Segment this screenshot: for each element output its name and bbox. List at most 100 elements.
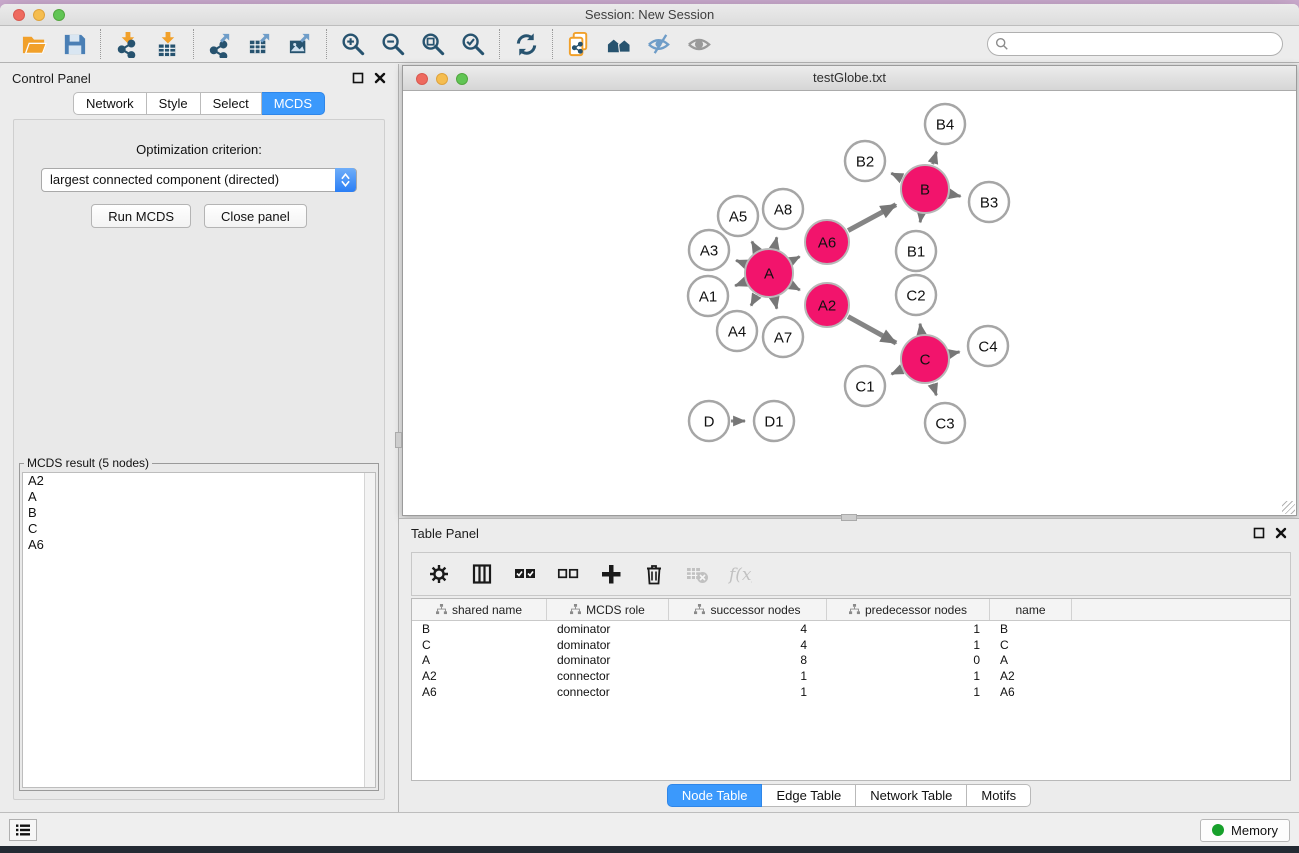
save-session-icon[interactable]	[59, 29, 89, 59]
edge-B-B2[interactable]	[891, 173, 901, 178]
memory-button[interactable]: Memory	[1200, 819, 1290, 842]
table-cell[interactable]: 0	[827, 653, 990, 667]
node-B3[interactable]: B3	[969, 182, 1009, 222]
table-row[interactable]: Cdominator41C	[412, 637, 1290, 653]
table-cell[interactable]: 1	[669, 685, 827, 699]
mcds-result-item[interactable]: B	[23, 505, 375, 521]
hide-selected-icon[interactable]	[644, 29, 674, 59]
table-cell[interactable]: A6	[412, 685, 547, 699]
edge-A-A6[interactable]	[792, 257, 800, 261]
table-cell[interactable]: B	[990, 622, 1072, 636]
table-cell[interactable]: 1	[827, 685, 990, 699]
node-A6[interactable]: A6	[805, 220, 849, 264]
table-cell[interactable]: dominator	[547, 653, 669, 667]
edge-A-A7[interactable]	[775, 298, 777, 308]
table-cell[interactable]: A2	[412, 669, 547, 683]
node-C[interactable]: C	[901, 335, 949, 383]
table-cell[interactable]: dominator	[547, 622, 669, 636]
node-D[interactable]: D	[689, 401, 729, 441]
node-D1[interactable]: D1	[754, 401, 794, 441]
edge-C-C4[interactable]	[950, 352, 959, 354]
new-network-from-selection-icon[interactable]	[564, 29, 594, 59]
show-all-icon[interactable]	[684, 29, 714, 59]
column-header-successor-nodes[interactable]: successor nodes	[669, 599, 827, 620]
table-cell[interactable]: C	[990, 638, 1072, 652]
run-mcds-button[interactable]: Run MCDS	[91, 204, 191, 228]
import-table-icon[interactable]	[152, 29, 182, 59]
table-row[interactable]: Bdominator41B	[412, 621, 1290, 637]
edge-C-C1[interactable]	[891, 370, 901, 374]
tab-edge-table[interactable]: Edge Table	[762, 784, 856, 807]
table-cell[interactable]: A	[412, 653, 547, 667]
select-all-columns-icon[interactable]	[512, 561, 538, 587]
search-input[interactable]	[987, 32, 1283, 56]
node-C1[interactable]: C1	[845, 366, 885, 406]
network-close-button[interactable]	[416, 73, 428, 85]
column-header-MCDS-role[interactable]: MCDS role	[547, 599, 669, 620]
resize-grip[interactable]	[1282, 501, 1295, 514]
table-cell[interactable]: 1	[669, 669, 827, 683]
table-row[interactable]: A6connector11A6	[412, 684, 1290, 700]
node-A2[interactable]: A2	[805, 283, 849, 327]
table-cell[interactable]: B	[412, 622, 547, 636]
node-C2[interactable]: C2	[896, 275, 936, 315]
result-scrollbar[interactable]	[364, 473, 375, 787]
table-cell[interactable]: 1	[827, 669, 990, 683]
delete-column-icon[interactable]	[641, 561, 667, 587]
edge-C-C2[interactable]	[920, 324, 921, 334]
node-A5[interactable]: A5	[718, 196, 758, 236]
close-window-button[interactable]	[13, 9, 25, 21]
table-cell[interactable]: A	[990, 653, 1072, 667]
edge-B-B3[interactable]	[950, 194, 960, 196]
close-table-panel-icon[interactable]	[1275, 527, 1287, 539]
node-A4[interactable]: A4	[717, 311, 757, 351]
zoom-fit-icon[interactable]	[418, 29, 448, 59]
criterion-select[interactable]: largest connected component (directed)	[41, 168, 357, 192]
horizontal-split-handle[interactable]	[841, 514, 857, 521]
zoom-out-icon[interactable]	[378, 29, 408, 59]
zoom-in-icon[interactable]	[338, 29, 368, 59]
export-network-icon[interactable]	[205, 29, 235, 59]
tab-network[interactable]: Network	[73, 92, 147, 115]
edge-A-A2[interactable]	[792, 286, 800, 290]
column-header-name[interactable]: name	[990, 599, 1072, 620]
table-cell[interactable]: 1	[827, 638, 990, 652]
node-A3[interactable]: A3	[689, 230, 729, 270]
minimize-window-button[interactable]	[33, 9, 45, 21]
first-neighbors-icon[interactable]	[604, 29, 634, 59]
node-B1[interactable]: B1	[896, 231, 936, 271]
zoom-window-button[interactable]	[53, 9, 65, 21]
node-B2[interactable]: B2	[845, 141, 885, 181]
unselect-all-columns-icon[interactable]	[555, 561, 581, 587]
node-A7[interactable]: A7	[763, 317, 803, 357]
table-settings-icon[interactable]	[426, 561, 452, 587]
open-session-icon[interactable]	[19, 29, 49, 59]
edge-A-A3[interactable]	[736, 260, 745, 263]
tab-motifs[interactable]: Motifs	[967, 784, 1031, 807]
tab-network-table[interactable]: Network Table	[856, 784, 967, 807]
table-cell[interactable]: 8	[669, 653, 827, 667]
task-history-button[interactable]	[9, 819, 37, 841]
import-network-icon[interactable]	[112, 29, 142, 59]
float-panel-icon[interactable]	[352, 72, 364, 84]
network-zoom-button[interactable]	[456, 73, 468, 85]
table-cell[interactable]: dominator	[547, 638, 669, 652]
node-B[interactable]: B	[901, 165, 949, 213]
edge-A6-B[interactable]	[848, 205, 896, 231]
mcds-result-item[interactable]: A2	[23, 473, 375, 489]
table-cell[interactable]: A6	[990, 685, 1072, 699]
edge-A2-C[interactable]	[848, 317, 896, 343]
network-canvas[interactable]: B4B2BB3A8A5A6A3B1AA1C2A2A4A7C4CC1DD1C3	[403, 92, 1296, 515]
node-C3[interactable]: C3	[925, 403, 965, 443]
table-cell[interactable]: A2	[990, 669, 1072, 683]
edge-A-A1[interactable]	[735, 282, 745, 286]
network-minimize-button[interactable]	[436, 73, 448, 85]
edge-A-A4[interactable]	[751, 296, 756, 306]
table-row[interactable]: A2connector11A2	[412, 668, 1290, 684]
table-cell[interactable]: 4	[669, 622, 827, 636]
node-A8[interactable]: A8	[763, 189, 803, 229]
float-table-panel-icon[interactable]	[1253, 527, 1265, 539]
export-image-icon[interactable]	[285, 29, 315, 59]
edge-B-B1[interactable]	[920, 215, 921, 223]
table-cell[interactable]: connector	[547, 669, 669, 683]
